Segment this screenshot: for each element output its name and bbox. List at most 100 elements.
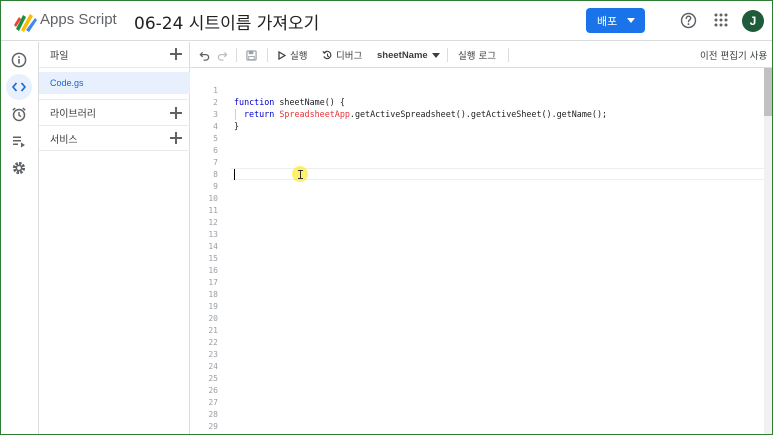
line-number: 12 <box>208 218 218 227</box>
line-number: 13 <box>208 230 218 239</box>
files-section-label: 파일 <box>50 51 69 62</box>
line-number: 16 <box>208 266 218 275</box>
execution-log-button[interactable]: 실행 로그 <box>458 42 496 68</box>
indent-guide <box>235 109 236 120</box>
code-text: .getActiveSpreadsheet().getActiveSheet()… <box>349 109 608 119</box>
line-number-gutter: 1 2 3 4 5 6 7 8 9 10 11 12 13 14 15 16 1… <box>190 68 223 434</box>
file-item-label: Code.gs <box>50 78 84 88</box>
line-number: 27 <box>208 398 218 407</box>
toolbar-divider <box>447 48 448 62</box>
line-number: 8 <box>213 170 218 179</box>
line-number: 15 <box>208 254 218 263</box>
debug-button[interactable]: 디버그 <box>322 42 362 68</box>
rail-item-triggers[interactable] <box>6 101 32 127</box>
services-section-header: 서비스 <box>39 126 190 151</box>
line-number: 9 <box>213 182 218 191</box>
rail-item-editor[interactable] <box>6 74 32 100</box>
line-number: 2 <box>213 98 218 107</box>
run-button[interactable]: 실행 <box>278 42 307 68</box>
toolbar-divider <box>267 48 268 62</box>
line-number: 21 <box>208 326 218 335</box>
code-editor[interactable]: 1 2 3 4 5 6 7 8 9 10 11 12 13 14 15 16 1… <box>190 68 772 434</box>
line-number: 5 <box>213 134 218 143</box>
files-section-header: 파일 <box>39 42 190 68</box>
left-rail <box>1 42 39 434</box>
rail-item-settings[interactable] <box>6 155 32 181</box>
code-keyword: function <box>234 97 275 107</box>
add-library-icon[interactable] <box>170 107 182 119</box>
function-select-value: sheetName <box>377 49 428 61</box>
add-file-icon[interactable] <box>170 48 182 60</box>
line-number: 18 <box>208 290 218 299</box>
line-number: 20 <box>208 314 218 323</box>
code-text: sheetName() { <box>274 97 345 107</box>
gear-icon <box>12 161 26 175</box>
save-button[interactable] <box>246 42 257 68</box>
line-number: 14 <box>208 242 218 251</box>
apps-grid-icon[interactable] <box>714 13 728 27</box>
line-number: 11 <box>208 206 218 215</box>
legacy-editor-button[interactable]: 이전 편집기 사용 <box>700 42 767 68</box>
line-number: 26 <box>208 386 218 395</box>
deploy-button[interactable]: 배포 <box>586 8 645 33</box>
line-number: 19 <box>208 302 218 311</box>
top-bar: Apps Script 06-24 시트이름 가져오기 배포 J <box>1 1 772 41</box>
window-frame: Apps Script 06-24 시트이름 가져오기 배포 J 파일 Code… <box>0 0 773 435</box>
text-cursor <box>234 169 235 180</box>
line-number: 6 <box>213 146 218 155</box>
add-service-icon[interactable] <box>170 132 182 144</box>
code-class-name: SpreadsheetApp <box>279 109 350 119</box>
toolbar-divider <box>236 48 237 62</box>
services-section-label: 서비스 <box>50 134 78 146</box>
redo-icon <box>217 51 228 61</box>
libraries-section-label: 라이브러리 <box>50 109 96 120</box>
redo-button[interactable] <box>217 42 228 68</box>
line-number: 22 <box>208 338 218 347</box>
line-number: 29 <box>208 422 218 431</box>
rail-item-overview[interactable] <box>6 47 32 73</box>
ibeam-cursor-icon <box>298 170 303 179</box>
editor-scrollbar-thumb[interactable] <box>764 68 772 116</box>
editor-toolbar: 실행 디버그 sheetName 실행 로그 이전 편집기 사용 <box>190 42 772 68</box>
chevron-down-icon <box>431 52 440 58</box>
legacy-editor-label: 이전 편집기 사용 <box>700 51 768 62</box>
line-number: 24 <box>208 362 218 371</box>
apps-script-logo-icon <box>14 14 37 32</box>
line-number: 3 <box>213 110 218 119</box>
execution-log-label: 실행 로그 <box>458 51 496 62</box>
rail-item-executions[interactable] <box>6 128 32 154</box>
files-panel: 파일 Code.gs 라이브러리 서비스 <box>39 42 190 434</box>
project-title[interactable]: 06-24 시트이름 가져오기 <box>134 9 319 34</box>
code-text: } <box>234 121 240 131</box>
line-number: 23 <box>208 350 218 359</box>
undo-button[interactable] <box>199 42 210 68</box>
libraries-section-header: 라이브러리 <box>39 99 190 126</box>
function-select[interactable]: sheetName <box>377 42 440 68</box>
toolbar-divider <box>508 48 509 62</box>
app-name: Apps Script <box>40 11 117 28</box>
avatar[interactable]: J <box>742 10 764 32</box>
save-icon <box>246 49 257 61</box>
info-icon <box>11 52 27 68</box>
line-number: 4 <box>213 122 218 131</box>
line-number: 10 <box>208 194 218 203</box>
code-line-3: return SpreadsheetApp.getActiveSpreadshe… <box>244 109 607 121</box>
editor-scrollbar[interactable] <box>764 68 772 434</box>
help-icon[interactable] <box>680 12 697 29</box>
play-icon <box>278 50 286 60</box>
file-item-code-gs[interactable]: Code.gs <box>39 72 190 94</box>
line-number: 28 <box>208 410 218 419</box>
code-line-2: function sheetName() { <box>234 97 345 109</box>
run-button-label: 실행 <box>290 51 308 62</box>
deploy-button-label: 배포 <box>597 14 618 28</box>
code-keyword: return <box>244 109 275 119</box>
debug-icon <box>322 50 332 59</box>
undo-icon <box>199 51 210 61</box>
line-number: 25 <box>208 374 218 383</box>
line-number: 7 <box>213 158 218 167</box>
debug-button-label: 디버그 <box>336 51 363 62</box>
line-number: 1 <box>213 86 218 95</box>
executions-icon <box>13 136 25 148</box>
line-number: 17 <box>208 278 218 287</box>
alarm-clock-icon <box>12 107 26 122</box>
